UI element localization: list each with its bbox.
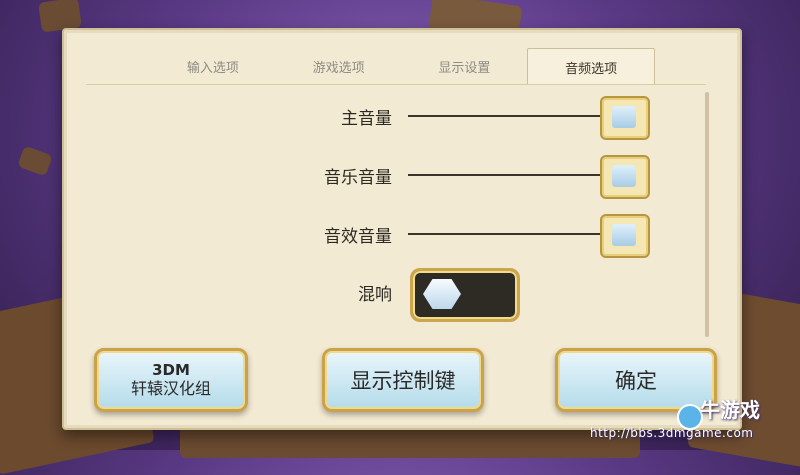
tab-input-options[interactable]: 输入选项 (150, 48, 276, 85)
settings-tabs: 输入选项 游戏选项 显示设置 音频选项 (150, 48, 655, 85)
watermark-url: http://bbs.3dmgame.com (590, 426, 754, 440)
music-volume-slider[interactable] (408, 174, 608, 176)
master-volume-slider-knob[interactable] (600, 96, 650, 140)
watermark-logo-text: 牛游戏 (700, 398, 760, 422)
tab-display-settings[interactable]: 显示设置 (401, 48, 528, 85)
tab-divider (86, 84, 706, 85)
reverb-toggle[interactable] (410, 268, 520, 322)
sfx-volume-slider-knob[interactable] (600, 214, 650, 258)
sfx-volume-label: 音效音量 (324, 227, 392, 247)
master-volume-slider[interactable] (408, 115, 608, 117)
master-volume-label: 主音量 (341, 109, 392, 129)
reverb-toggle-thumb[interactable] (423, 279, 461, 309)
sfx-volume-slider[interactable] (408, 233, 608, 235)
reverb-label: 混响 (358, 285, 392, 305)
show-controls-button[interactable]: 显示控制键 (322, 348, 484, 412)
music-volume-slider-knob[interactable] (600, 155, 650, 199)
credits-button-line2: 轩辕汉化组 (130, 379, 211, 398)
music-volume-label: 音乐音量 (324, 168, 392, 188)
reverb-row: 混响 (0, 268, 800, 322)
music-volume-row: 音乐音量 (0, 155, 800, 199)
sfx-volume-row: 音效音量 (0, 214, 800, 258)
tab-audio-options[interactable]: 音频选项 (527, 48, 655, 85)
tab-game-options[interactable]: 游戏选项 (275, 48, 402, 85)
confirm-button[interactable]: 确定 (555, 348, 717, 412)
credits-button-line1: 3DM (152, 361, 190, 379)
master-volume-row: 主音量 (0, 96, 800, 140)
credits-button[interactable]: 3DM 轩辕汉化组 (94, 348, 248, 412)
